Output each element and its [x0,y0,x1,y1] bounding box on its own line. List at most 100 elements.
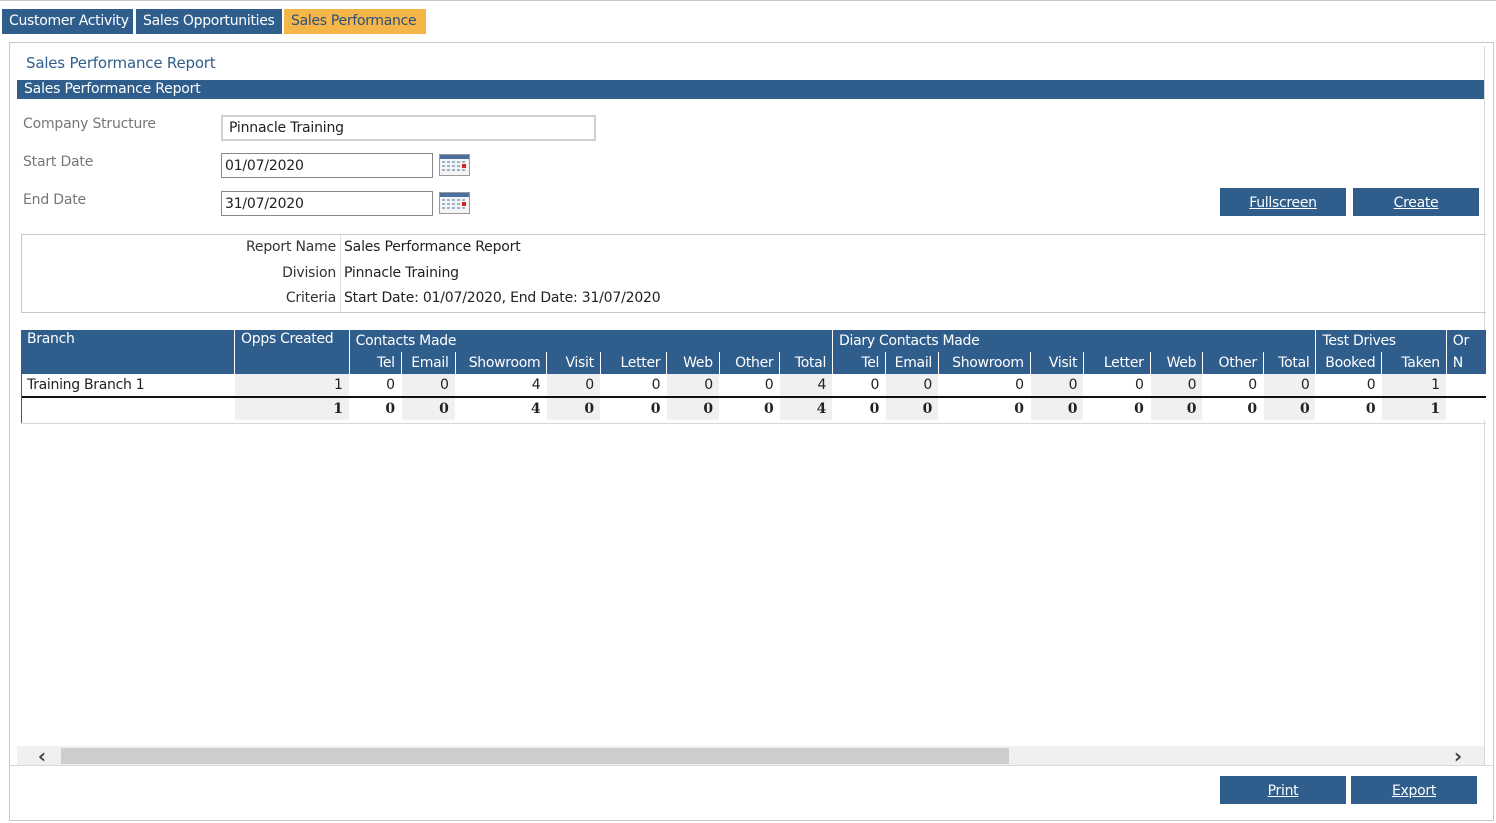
table-cell: 0 [885,374,939,397]
report-panel: Sales Performance Report Sales Performan… [9,42,1494,821]
total-cell: 0 [400,396,456,420]
table-cell: 0 [1202,374,1264,397]
col-header[interactable]: Email [885,352,939,374]
total-cell: 0 [666,396,720,420]
col-header[interactable]: Visit [546,352,601,374]
table-cell: 0 [832,374,886,397]
table-cell: 0 [1029,374,1084,397]
total-cell: 0 [885,396,939,420]
col-header[interactable]: Letter [1083,352,1151,374]
table-row[interactable]: Training Branch 1 1 0 0 4 0 0 0 0 4 0 0 … [21,374,1486,397]
total-cell: 0 [1029,396,1084,420]
orders-header: Or [1445,330,1486,352]
total-cell: 4 [454,396,547,420]
company-structure-label: Company Structure [23,116,156,132]
col-header[interactable]: Total [779,352,833,374]
page-title: Sales Performance Report [26,54,216,72]
info-row-criteria: Criteria Start Date: 01/07/2020, End Dat… [22,286,1486,311]
criteria-value: Start Date: 01/07/2020, End Date: 31/07/… [344,290,661,306]
create-button[interactable]: Create [1353,188,1479,216]
scroll-left-arrow-icon[interactable]: ‹ [31,746,53,766]
totals-row: 1 0 0 4 0 0 0 0 4 0 0 0 0 0 0 0 0 0 1 [21,396,1486,420]
col-header[interactable]: Other [718,352,780,374]
total-cell: 0 [1202,396,1264,420]
table-cell: 4 [454,374,547,397]
table-cell: 0 [599,374,667,397]
grid-left-border [21,330,22,424]
grid-group-header-row: Branch Opps Created Contacts Made Diary … [21,330,1486,374]
start-date-calendar-icon[interactable] [439,154,470,176]
total-cell: 0 [546,396,601,420]
diary-contacts-made-header: Diary Contacts Made [832,330,1316,352]
col-header[interactable]: Showroom [938,352,1031,374]
info-row-report-name: Report Name Sales Performance Report [22,235,1486,260]
totals-branch-cell [21,396,235,420]
tab-sales-performance[interactable]: Sales Performance [284,9,426,34]
col-header[interactable]: Showroom [454,352,547,374]
report-name-key: Report Name [246,239,336,255]
section-header: Sales Performance Report [17,80,1484,99]
col-header[interactable]: Email [400,352,456,374]
col-header[interactable]: Booked [1315,352,1382,374]
total-cell: 0 [1083,396,1151,420]
horizontal-scrollbar[interactable]: ‹ › [17,746,1484,766]
report-name-value: Sales Performance Report [344,239,521,255]
total-cell: 1 [1381,396,1447,420]
total-cell: 1 [234,396,350,420]
col-header[interactable]: Tel [832,352,886,374]
col-header[interactable]: Taken [1381,352,1447,374]
end-date-calendar-icon[interactable] [439,192,470,214]
performance-grid: Branch Opps Created Contacts Made Diary … [21,330,1486,426]
start-date-input[interactable] [221,153,433,178]
opps-created-header[interactable]: Opps Created [234,330,350,374]
total-cell [1445,396,1486,420]
col-header[interactable]: Visit [1029,352,1084,374]
table-cell: 0 [1315,374,1382,397]
table-cell: 0 [546,374,601,397]
col-header[interactable]: Total [1262,352,1316,374]
total-cell: 0 [938,396,1031,420]
col-header[interactable]: Web [666,352,720,374]
table-cell: 0 [1149,374,1203,397]
company-structure-input[interactable] [221,115,596,141]
total-cell: 0 [348,396,402,420]
total-cell: 0 [599,396,667,420]
test-drives-header: Test Drives [1315,330,1447,352]
total-cell: 0 [1262,396,1316,420]
table-cell: 0 [938,374,1031,397]
table-cell: 0 [718,374,780,397]
report-info-box: Report Name Sales Performance Report Div… [21,234,1486,313]
table-cell: 0 [400,374,456,397]
footer-divider [10,765,1493,766]
window-top-border [0,0,1496,2]
col-header[interactable]: Other [1202,352,1264,374]
scrollbar-thumb[interactable] [61,748,1009,764]
table-cell [1445,374,1486,397]
scroll-right-arrow-icon[interactable]: › [1447,746,1469,766]
end-date-input[interactable] [221,191,433,216]
branch-cell: Training Branch 1 [21,374,235,397]
fullscreen-button[interactable]: Fullscreen [1220,188,1346,216]
division-value: Pinnacle Training [344,265,459,281]
info-row-division: Division Pinnacle Training [22,261,1486,286]
table-cell: 0 [1083,374,1151,397]
contacts-made-header: Contacts Made [348,330,833,352]
export-button[interactable]: Export [1351,776,1477,804]
criteria-key: Criteria [285,290,336,306]
tab-sales-opportunities[interactable]: Sales Opportunities [136,9,282,34]
report-content: Sales Performance Report Sales Performan… [13,46,1486,766]
table-cell: 1 [1381,374,1447,397]
col-header[interactable]: N [1445,352,1486,374]
col-header[interactable]: Tel [348,352,402,374]
print-button[interactable]: Print [1220,776,1346,804]
division-key: Division [282,265,336,281]
col-header[interactable]: Letter [599,352,667,374]
table-cell: 0 [1262,374,1316,397]
branch-header[interactable]: Branch [21,330,235,374]
col-header[interactable]: Web [1149,352,1203,374]
table-cell: 0 [348,374,402,397]
table-cell: 0 [666,374,720,397]
tab-customer-activity[interactable]: Customer Activity [2,9,133,34]
start-date-label: Start Date [23,154,94,170]
total-cell: 0 [832,396,886,420]
